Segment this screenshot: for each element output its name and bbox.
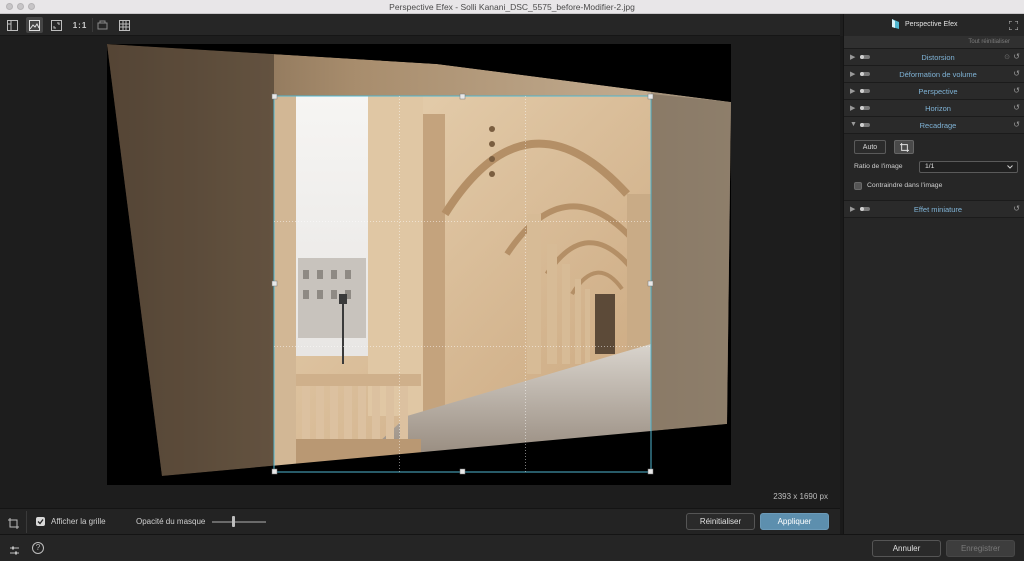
actual-size-label: 1:1: [72, 20, 88, 30]
reset-all-button[interactable]: Tout réinitialiser: [968, 39, 1010, 45]
mask-opacity-slider[interactable]: [212, 521, 266, 523]
section-label-horizon: Horizon: [925, 104, 951, 113]
section-label-distorsion: Distorsion: [921, 53, 955, 62]
reset-section-icon[interactable]: ↺: [1013, 52, 1020, 61]
reset-section-icon[interactable]: ↺: [1013, 69, 1020, 78]
recadrage-controls: Auto Ratio de l'image 1/1 Contraindre da…: [844, 134, 1024, 201]
section-label-volume-deformation: Déformation de volume: [899, 70, 977, 79]
crop-tool-button[interactable]: [8, 516, 19, 534]
arcade-photo: [107, 44, 731, 485]
constrain-checkbox[interactable]: [854, 182, 862, 190]
fit-screen-button[interactable]: [48, 17, 65, 33]
reset-button[interactable]: Réinitialiser: [686, 513, 755, 530]
section-recadrage[interactable]: ▼ Recadrage ↺: [844, 117, 1024, 134]
section-perspective[interactable]: ▶ Perspective ↺: [844, 83, 1024, 100]
split-view-button[interactable]: [4, 17, 21, 33]
chevron-down-icon: ▼: [850, 121, 857, 128]
chevron-right-icon: ▶: [850, 88, 856, 95]
bottom-statusbar: ? Annuler Enregistrer: [0, 534, 1024, 561]
section-toggle[interactable]: [860, 72, 870, 76]
fit-screen-icon: [51, 19, 62, 31]
image-dimensions: 2393 x 1690 px: [773, 492, 828, 501]
section-distorsion[interactable]: ▶ Distorsion ⊙ ↺: [844, 49, 1024, 66]
section-volume-deformation[interactable]: ▶ Déformation de volume ↺: [844, 66, 1024, 83]
help-icon[interactable]: ?: [32, 542, 44, 554]
manual-crop-button[interactable]: [894, 140, 914, 154]
section-label-perspective: Perspective: [918, 87, 958, 96]
show-grid-checkbox[interactable]: [36, 517, 45, 526]
cancel-button[interactable]: Annuler: [872, 540, 941, 557]
menu-dot-icon: ⊙: [1004, 54, 1010, 61]
save-button-label: Enregistrer: [960, 544, 1001, 553]
save-button[interactable]: Enregistrer: [946, 540, 1015, 557]
crop-tools-bar: Afficher la grille Opacité du masque Réi…: [0, 508, 840, 534]
section-toggle[interactable]: [860, 89, 870, 93]
chevron-right-icon: ▶: [850, 105, 856, 112]
reset-section-icon[interactable]: ↺: [1013, 120, 1020, 129]
apply-button[interactable]: Appliquer: [760, 513, 829, 530]
ratio-select-value: 1/1: [925, 163, 935, 170]
auto-crop-label: Auto: [862, 143, 878, 151]
image-canvas: 2393 x 1690 px: [0, 36, 840, 508]
top-toolbar: 1:1: [0, 14, 840, 36]
reset-section-icon[interactable]: ↺: [1013, 86, 1020, 95]
window-title: Perspective Efex - Solli Kanani_DSC_5575…: [389, 2, 635, 12]
grid-view-button[interactable]: [116, 17, 133, 33]
mask-opacity-slider-knob[interactable]: [232, 516, 236, 527]
checkmark-icon: [37, 519, 44, 525]
section-toggle[interactable]: [860, 106, 870, 110]
reset-section-icon[interactable]: ↺: [1013, 204, 1020, 213]
window-titlebar: Perspective Efex - Solli Kanani_DSC_5575…: [0, 0, 1024, 14]
settings-sliders-button[interactable]: [9, 543, 20, 561]
chevron-right-icon: ▶: [850, 54, 856, 61]
section-toggle[interactable]: [860, 207, 870, 211]
tools-divider: [26, 511, 27, 533]
show-grid-label: Afficher la grille: [51, 517, 106, 526]
grid-icon: [119, 19, 130, 31]
panel-header: Perspective Efex: [844, 14, 1024, 36]
chevron-down-icon: [1007, 165, 1013, 169]
ratio-label: Ratio de l'image: [854, 163, 903, 170]
photo-preview: [107, 44, 731, 485]
chevron-right-icon: ▶: [850, 71, 856, 78]
crop-icon: [899, 142, 909, 152]
single-view-button[interactable]: [26, 17, 43, 33]
section-horizon[interactable]: ▶ Horizon ↺: [844, 100, 1024, 117]
section-toggle[interactable]: [860, 55, 870, 59]
perspective-efex-logo-icon: [892, 19, 899, 29]
loupe-button[interactable]: [94, 17, 111, 33]
mask-opacity-label: Opacité du masque: [136, 517, 206, 526]
panel-title: Perspective Efex: [905, 21, 958, 28]
reset-button-label: Réinitialiser: [699, 517, 742, 526]
apply-button-label: Appliquer: [777, 517, 812, 526]
section-toggle[interactable]: [860, 123, 870, 127]
loupe-icon: [97, 20, 108, 29]
chevron-right-icon: ▶: [850, 206, 856, 213]
split-view-icon: [7, 19, 18, 31]
image-icon: [29, 19, 40, 31]
section-label-recadrage: Recadrage: [919, 121, 957, 130]
reset-all-bar: Tout réinitialiser: [844, 36, 1024, 49]
sliders-icon: [10, 546, 19, 555]
ratio-select[interactable]: 1/1: [919, 161, 1018, 173]
adjustments-panel: Perspective Efex Tout réinitialiser ▶ Di…: [843, 14, 1024, 534]
auto-crop-button[interactable]: Auto: [854, 140, 886, 154]
section-label-miniature-effect: Effet miniature: [913, 205, 963, 214]
toolbar-divider: [92, 18, 93, 32]
constrain-label: Contraindre dans l'image: [867, 182, 943, 189]
reset-section-icon[interactable]: ↺: [1013, 103, 1020, 112]
cancel-button-label: Annuler: [892, 544, 921, 553]
crop-icon: [8, 518, 19, 529]
section-miniature-effect[interactable]: ▶ Effet miniature ↺: [844, 201, 1024, 218]
actual-size-button[interactable]: 1:1: [70, 17, 90, 33]
fullscreen-icon[interactable]: [1009, 21, 1018, 30]
